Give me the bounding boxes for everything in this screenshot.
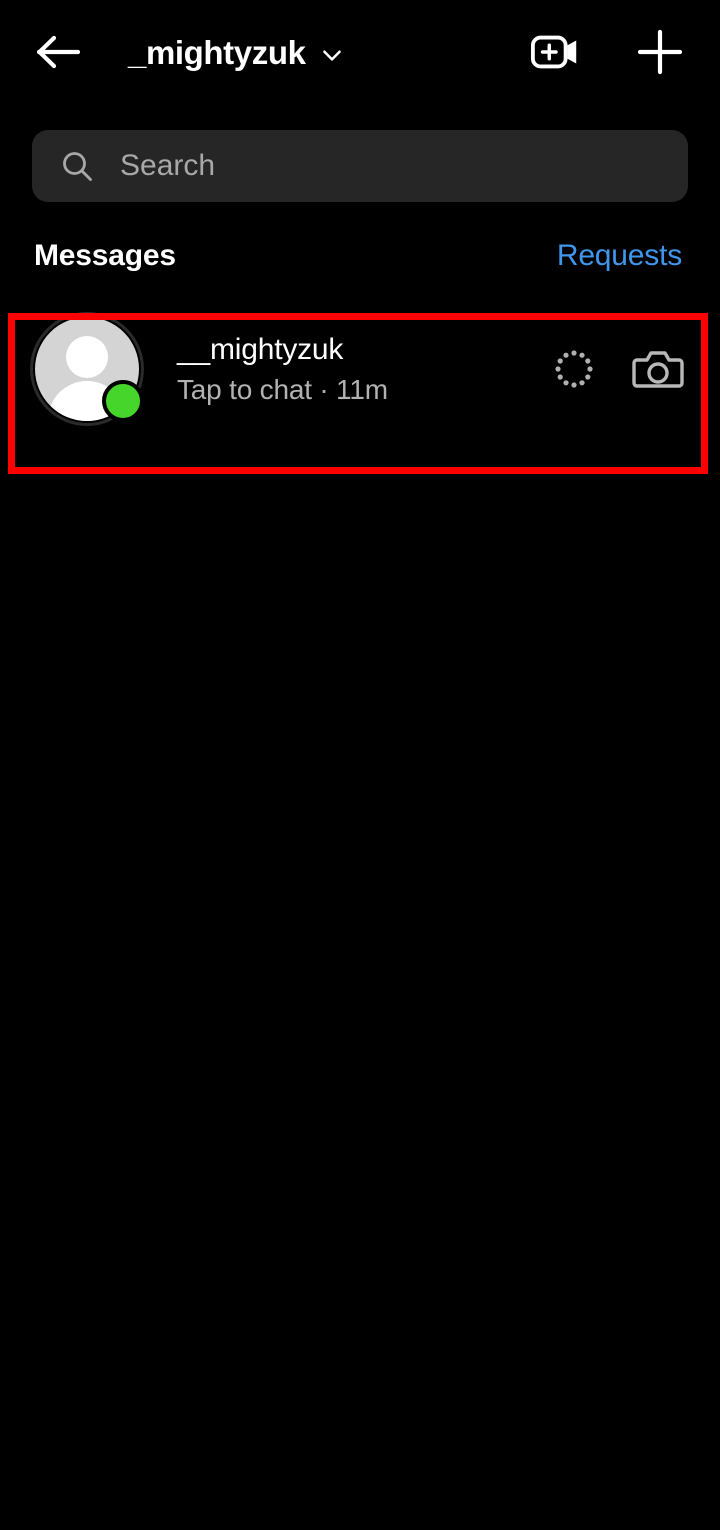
search-section: Search [0,104,720,202]
conversation-text: __mightyzuk Tap to chat · 11m [177,334,552,404]
plus-icon [637,29,683,75]
app-header: _mightyzuk [0,0,720,104]
search-input[interactable]: Search [32,130,688,202]
messages-section-header: Messages Requests [0,202,720,273]
video-call-add-icon [530,35,577,69]
conversation-list: __mightyzuk Tap to chat · 11m [0,295,720,443]
new-message-button[interactable] [634,26,686,78]
chevron-down-icon [322,50,341,61]
camera-icon[interactable] [632,343,684,395]
conversation-row-mightyzuk[interactable]: __mightyzuk Tap to chat · 11m [0,295,720,443]
requests-link[interactable]: Requests [557,239,682,273]
arrow-left-icon [36,35,81,69]
search-icon [63,152,92,181]
avatar[interactable] [30,312,144,426]
online-status-indicator [102,380,144,422]
back-button[interactable] [30,24,86,80]
video-call-button[interactable] [530,26,582,78]
conversation-preview: Tap to chat · 11m [177,373,388,405]
search-placeholder: Search [120,149,216,182]
conversation-username: __mightyzuk [177,333,344,367]
dotted-circle-icon[interactable] [552,347,596,391]
messages-label: Messages [34,239,176,272]
account-switcher[interactable]: _mightyzuk [128,36,530,69]
conversation-actions [552,343,684,395]
header-actions [530,26,686,78]
page-title: _mightyzuk [128,33,306,71]
avatar-head-shape [66,336,108,378]
